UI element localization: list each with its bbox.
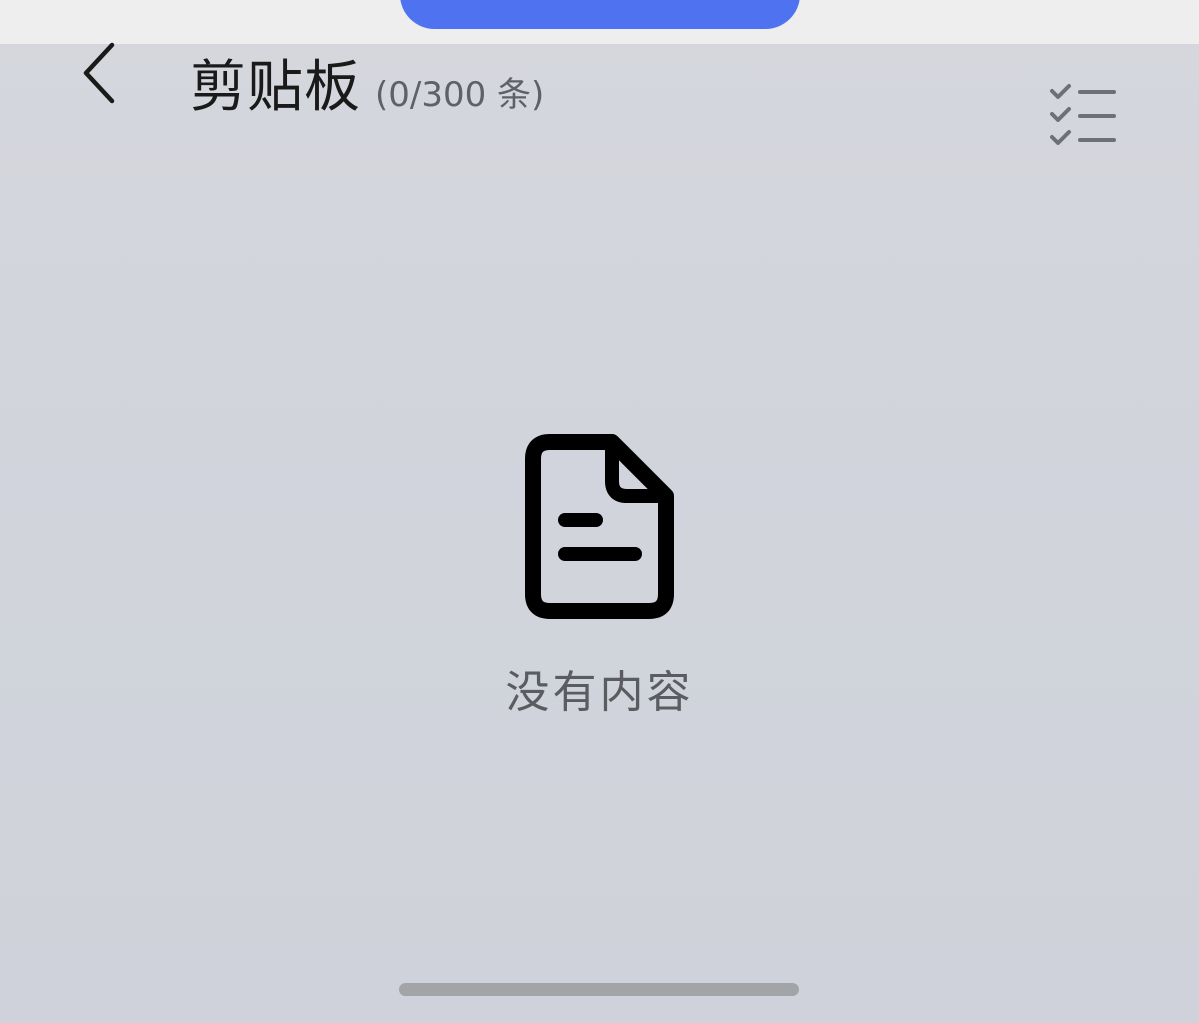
floating-pill-button[interactable]: [400, 0, 800, 29]
checklist-icon: [1050, 84, 1116, 145]
document-icon: [525, 434, 674, 619]
empty-state-message: 没有内容: [505, 667, 694, 718]
page-title: 剪贴板 (0/300 条): [190, 42, 544, 120]
multi-select-button[interactable]: [1040, 80, 1126, 150]
clip-count: (0/300 条): [375, 75, 545, 115]
title-text: 剪贴板: [190, 55, 361, 120]
chevron-left-icon: [83, 42, 115, 104]
back-button[interactable]: [72, 40, 128, 106]
status-strip: [0, 0, 1199, 44]
home-indicator[interactable]: [399, 983, 799, 996]
